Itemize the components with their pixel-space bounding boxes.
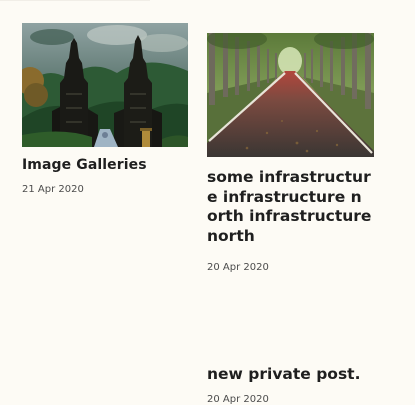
temple-gate-photo — [22, 23, 188, 147]
post-title[interactable]: Image Galleries — [22, 156, 188, 174]
top-divider — [0, 0, 150, 1]
tree-lined-road-photo — [207, 33, 374, 157]
post-title[interactable]: new private post. — [207, 364, 397, 384]
post-thumbnail-link[interactable] — [22, 23, 188, 147]
post-title[interactable]: some infrastructure infrastructure north… — [207, 168, 372, 246]
post-date: 21 Apr 2020 — [22, 184, 84, 195]
post-card-infrastructure: some infrastructure infrastructure north… — [207, 33, 374, 273]
post-card-image-galleries: Image Galleries 21 Apr 2020 — [22, 23, 188, 195]
post-date: 20 Apr 2020 — [207, 262, 269, 273]
post-thumbnail-link[interactable] — [207, 33, 374, 157]
post-card-new-private-post: new private post. 20 Apr 2020 — [207, 364, 397, 405]
